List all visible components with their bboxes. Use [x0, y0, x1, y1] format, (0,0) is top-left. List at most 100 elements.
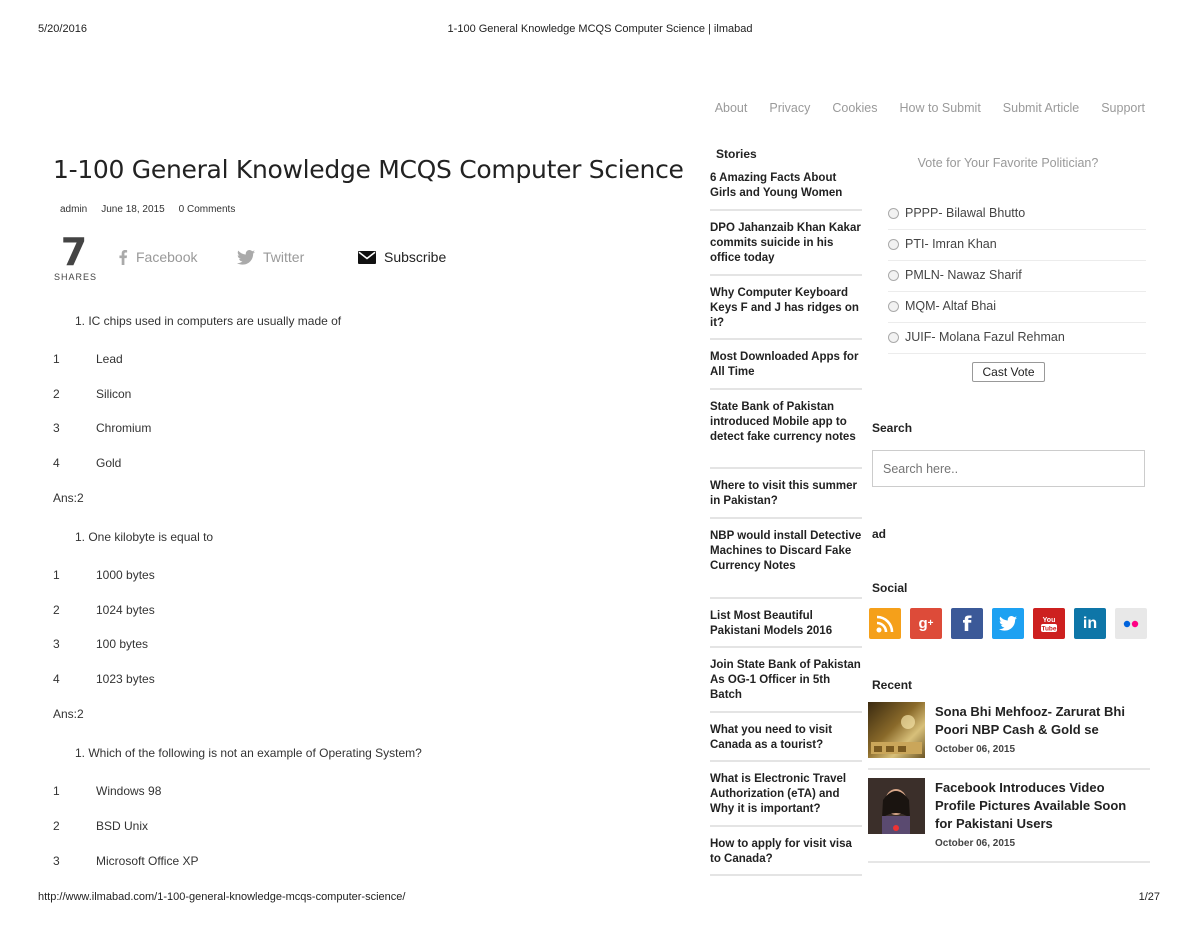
story-link[interactable]: List Most Beautiful Pakistani Models 201…	[710, 609, 862, 639]
share-count-label: SHARES	[54, 272, 98, 282]
cast-vote-button[interactable]: Cast Vote	[972, 362, 1045, 382]
recent-heading: Recent	[872, 678, 913, 692]
radio-button[interactable]	[888, 269, 899, 281]
story-link[interactable]: Most Downloaded Apps for All Time	[710, 350, 862, 380]
option-text: 100 bytes	[96, 637, 149, 651]
option-text: 1023 bytes	[96, 672, 155, 686]
svg-text:Tube: Tube	[1041, 625, 1056, 632]
radio-button[interactable]	[888, 238, 899, 250]
recent-thumbnail[interactable]	[868, 778, 925, 834]
option-number: 2	[53, 819, 60, 833]
option-text: Windows 98	[96, 784, 162, 798]
option-text: Lead	[96, 352, 123, 366]
radio-button[interactable]	[888, 207, 899, 219]
story-link[interactable]: How to apply for visit visa to Canada?	[710, 837, 862, 867]
post-date: June 18, 2015	[101, 204, 165, 215]
poll-option-label: PMLN- Nawaz Sharif	[905, 268, 1022, 282]
recent-post-title[interactable]: Sona Bhi Mehfooz- Zarurat Bhi Poori NBP …	[935, 703, 1135, 739]
recent-thumbnail[interactable]	[868, 702, 925, 758]
poll-option-label: PTI- Imran Khan	[905, 237, 997, 251]
radio-button[interactable]	[888, 331, 899, 343]
option-text: BSD Unix	[96, 819, 149, 833]
story-link[interactable]: What is Electronic Travel Authorization …	[710, 772, 862, 817]
facebook-share-label: Facebook	[136, 249, 198, 265]
poll-option-label: PPPP- Bilawal Bhutto	[905, 206, 1026, 220]
option-number: 2	[53, 603, 60, 617]
print-page-number: 1/27	[1138, 891, 1160, 903]
twitter-icon[interactable]	[992, 608, 1024, 639]
search-heading: Search	[872, 421, 913, 435]
option-number: 1	[53, 784, 60, 798]
poll-option[interactable]: PMLN- Nawaz Sharif	[888, 268, 1146, 282]
comments-link[interactable]: 0 Comments	[179, 204, 236, 215]
poll-option-label: MQM- Altaf Bhai	[905, 299, 996, 313]
subscribe-button[interactable]: Subscribe	[358, 249, 446, 265]
ad-heading: ad	[872, 527, 887, 541]
option-number: 1	[53, 352, 60, 366]
poll-option[interactable]: PPPP- Bilawal Bhutto	[888, 206, 1146, 220]
poll-option[interactable]: MQM- Altaf Bhai	[888, 299, 1146, 313]
question-1: 1. IC chips used in computers are usuall…	[75, 314, 342, 328]
divider	[710, 597, 862, 599]
story-link[interactable]: Where to visit this summer in Pakistan?	[710, 479, 862, 509]
nav-how-to-submit[interactable]: How to Submit	[900, 101, 981, 115]
option-text: Gold	[96, 456, 122, 470]
divider	[888, 229, 1146, 230]
story-link[interactable]: State Bank of Pakistan introduced Mobile…	[710, 400, 862, 445]
facebook-icon	[118, 249, 128, 265]
divider	[888, 260, 1146, 261]
poll-option-label: JUIF- Molana Fazul Rehman	[905, 330, 1065, 344]
article-meta: admin June 18, 2015 0 Comments	[60, 204, 235, 215]
divider	[710, 467, 862, 469]
option-number: 3	[53, 421, 60, 435]
divider	[888, 353, 1146, 354]
rss-icon[interactable]	[869, 608, 901, 639]
story-link[interactable]: Join State Bank of Pakistan As OG-1 Offi…	[710, 658, 862, 703]
twitter-share-label: Twitter	[263, 249, 305, 265]
option-number: 4	[53, 456, 60, 470]
nav-cookies[interactable]: Cookies	[832, 101, 877, 115]
print-url: http://www.ilmabad.com/1-100-general-kno…	[38, 891, 406, 903]
facebook-share-button[interactable]: Facebook	[118, 249, 197, 265]
subscribe-label: Subscribe	[384, 249, 447, 265]
share-count: 7 SHARES	[54, 232, 98, 282]
nav-submit-article[interactable]: Submit Article	[1003, 101, 1079, 115]
divider	[710, 338, 862, 340]
nav-about[interactable]: About	[715, 101, 748, 115]
divider	[710, 517, 862, 519]
divider	[888, 291, 1146, 292]
option-number: 3	[53, 637, 60, 651]
divider	[868, 861, 1150, 863]
option-text: 1024 bytes	[96, 603, 155, 617]
print-title: 1-100 General Knowledge MCQS Computer Sc…	[447, 23, 753, 35]
youtube-icon[interactable]: You Tube	[1033, 608, 1065, 639]
poll-option[interactable]: JUIF- Molana Fazul Rehman	[888, 330, 1146, 344]
linkedin-icon[interactable]: in	[1074, 608, 1106, 639]
divider	[710, 646, 862, 648]
story-link[interactable]: NBP would install Detective Machines to …	[710, 529, 862, 574]
poll-option[interactable]: PTI- Imran Khan	[888, 237, 1146, 251]
nav-support[interactable]: Support	[1101, 101, 1145, 115]
option-text: Silicon	[96, 387, 132, 401]
poll-question: Vote for Your Favorite Politician?	[917, 156, 1099, 170]
google-plus-icon[interactable]: g +	[910, 608, 942, 639]
facebook-icon[interactable]: f	[951, 608, 983, 639]
radio-button[interactable]	[888, 300, 899, 312]
flickr-icon[interactable]	[1115, 608, 1147, 639]
recent-post-title[interactable]: Facebook Introduces Video Profile Pictur…	[935, 779, 1135, 833]
option-number: 4	[53, 672, 60, 686]
social-heading: Social	[872, 581, 908, 595]
author-link[interactable]: admin	[60, 204, 87, 215]
stories-heading: Stories	[716, 147, 757, 161]
story-link[interactable]: DPO Jahanzaib Khan Kakar commits suicide…	[710, 221, 862, 266]
search-input[interactable]	[872, 450, 1145, 487]
story-link[interactable]: What you need to visit Canada as a touri…	[710, 723, 862, 753]
divider	[710, 825, 862, 827]
story-link[interactable]: 6 Amazing Facts About Girls and Young Wo…	[710, 171, 862, 201]
question-2: 1. One kilobyte is equal to	[75, 530, 214, 544]
twitter-share-button[interactable]: Twitter	[237, 249, 304, 265]
story-link[interactable]: Why Computer Keyboard Keys F and J has r…	[710, 286, 862, 331]
divider	[868, 768, 1150, 770]
nav-privacy[interactable]: Privacy	[769, 101, 810, 115]
option-number: 2	[53, 387, 60, 401]
